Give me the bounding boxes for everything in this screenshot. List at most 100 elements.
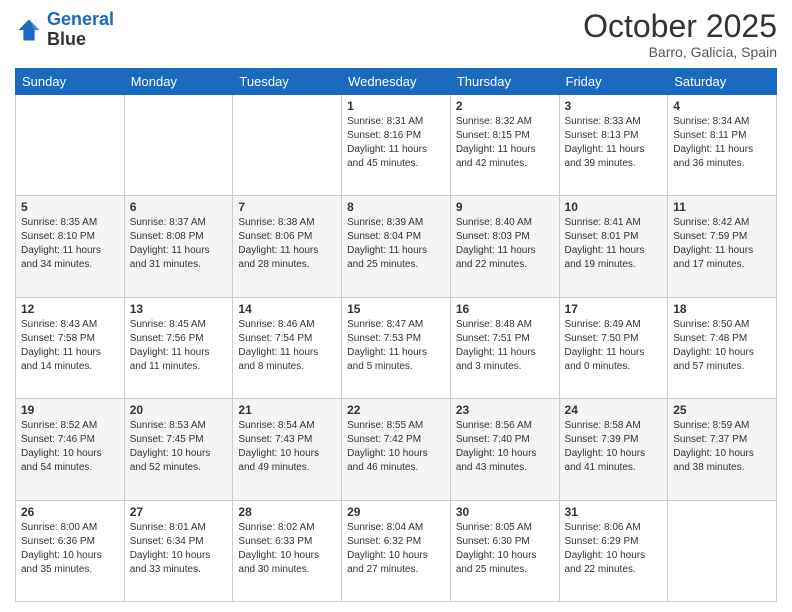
logo-icon [15,16,43,44]
table-row: 18Sunrise: 8:50 AM Sunset: 7:48 PM Dayli… [668,297,777,398]
calendar-week-row: 1 Sunrise: 8:31 AM Sunset: 8:16 PM Daylig… [16,95,777,196]
header-saturday: Saturday [668,69,777,95]
table-row: 4 Sunrise: 8:34 AM Sunset: 8:11 PM Daylig… [668,95,777,196]
table-row: 23 Sunrise: 8:56 AM Sunset: 7:40 PM Dayli… [450,399,559,500]
table-row: 5Sunrise: 8:35 AM Sunset: 8:10 PM Daylig… [16,196,125,297]
cell-details: Sunrise: 8:35 AM Sunset: 8:10 PM Dayligh… [21,216,119,272]
day-number: 16 [456,302,554,316]
table-row: 13 Sunrise: 8:45 AM Sunset: 7:56 PM Dayli… [124,297,233,398]
day-number: 10 [565,200,663,214]
cell-details: Sunrise: 8:43 AM Sunset: 7:58 PM Dayligh… [21,318,119,374]
table-row: 10 Sunrise: 8:41 AM Sunset: 8:01 PM Dayli… [559,196,668,297]
table-row: 12 Sunrise: 8:43 AM Sunset: 7:58 PM Dayli… [16,297,125,398]
cell-details: Sunrise: 8:59 AM Sunset: 7:37 PM Dayligh… [673,419,771,475]
cell-details: Sunrise: 8:58 AM Sunset: 7:39 PM Dayligh… [565,419,663,475]
calendar-header-row: Sunday Monday Tuesday Wednesday Thursday… [16,69,777,95]
cell-details: Sunrise: 8:31 AM Sunset: 8:16 PM Dayligh… [347,115,445,171]
logo-text: General Blue [47,10,114,50]
table-row: 27 Sunrise: 8:01 AM Sunset: 6:34 PM Dayli… [124,500,233,601]
day-number: 1 [347,99,445,113]
day-number: 11 [673,200,771,214]
location-subtitle: Barro, Galicia, Spain [583,44,777,60]
cell-details: Sunrise: 8:39 AM Sunset: 8:04 PM Dayligh… [347,216,445,272]
day-number: 27 [130,505,228,519]
day-number: 14 [238,302,336,316]
table-row: 6Sunrise: 8:37 AM Sunset: 8:08 PM Daylig… [124,196,233,297]
day-number: 31 [565,505,663,519]
day-number: 20 [130,403,228,417]
day-number: 17 [565,302,663,316]
table-row: 8 Sunrise: 8:39 AM Sunset: 8:04 PM Daylig… [342,196,451,297]
table-row: 19Sunrise: 8:52 AM Sunset: 7:46 PM Dayli… [16,399,125,500]
cell-details: Sunrise: 8:02 AM Sunset: 6:33 PM Dayligh… [238,521,336,577]
calendar: Sunday Monday Tuesday Wednesday Thursday… [15,68,777,602]
table-row: 28Sunrise: 8:02 AM Sunset: 6:33 PM Dayli… [233,500,342,601]
logo-line2: Blue [47,30,114,50]
table-row: 15Sunrise: 8:47 AM Sunset: 7:53 PM Dayli… [342,297,451,398]
cell-details: Sunrise: 8:56 AM Sunset: 7:40 PM Dayligh… [456,419,554,475]
table-row: 30 Sunrise: 8:05 AM Sunset: 6:30 PM Dayli… [450,500,559,601]
day-number: 24 [565,403,663,417]
cell-details: Sunrise: 8:06 AM Sunset: 6:29 PM Dayligh… [565,521,663,577]
day-number: 6 [130,200,228,214]
cell-details: Sunrise: 8:54 AM Sunset: 7:43 PM Dayligh… [238,419,336,475]
table-row [233,95,342,196]
cell-details: Sunrise: 8:52 AM Sunset: 7:46 PM Dayligh… [21,419,119,475]
table-row: 3 Sunrise: 8:33 AM Sunset: 8:13 PM Daylig… [559,95,668,196]
cell-details: Sunrise: 8:32 AM Sunset: 8:15 PM Dayligh… [456,115,554,171]
cell-details: Sunrise: 8:53 AM Sunset: 7:45 PM Dayligh… [130,419,228,475]
table-row [668,500,777,601]
table-row [16,95,125,196]
day-number: 3 [565,99,663,113]
day-number: 8 [347,200,445,214]
table-row: 22Sunrise: 8:55 AM Sunset: 7:42 PM Dayli… [342,399,451,500]
day-number: 15 [347,302,445,316]
calendar-week-row: 12 Sunrise: 8:43 AM Sunset: 7:58 PM Dayli… [16,297,777,398]
table-row: 21 Sunrise: 8:54 AM Sunset: 7:43 PM Dayli… [233,399,342,500]
calendar-week-row: 26Sunrise: 8:00 AM Sunset: 6:36 PM Dayli… [16,500,777,601]
header: General Blue October 2025 Barro, Galicia… [15,10,777,60]
table-row: 26Sunrise: 8:00 AM Sunset: 6:36 PM Dayli… [16,500,125,601]
cell-details: Sunrise: 8:45 AM Sunset: 7:56 PM Dayligh… [130,318,228,374]
logo: General Blue [15,10,114,50]
table-row: 24 Sunrise: 8:58 AM Sunset: 7:39 PM Dayli… [559,399,668,500]
cell-details: Sunrise: 8:50 AM Sunset: 7:48 PM Dayligh… [673,318,771,374]
day-number: 9 [456,200,554,214]
header-wednesday: Wednesday [342,69,451,95]
table-row: 31 Sunrise: 8:06 AM Sunset: 6:29 PM Dayli… [559,500,668,601]
table-row: 1 Sunrise: 8:31 AM Sunset: 8:16 PM Daylig… [342,95,451,196]
day-number: 23 [456,403,554,417]
logo-line1: General [47,9,114,29]
cell-details: Sunrise: 8:41 AM Sunset: 8:01 PM Dayligh… [565,216,663,272]
day-number: 30 [456,505,554,519]
day-number: 21 [238,403,336,417]
table-row: 20 Sunrise: 8:53 AM Sunset: 7:45 PM Dayli… [124,399,233,500]
table-row: 25 Sunrise: 8:59 AM Sunset: 7:37 PM Dayli… [668,399,777,500]
cell-details: Sunrise: 8:33 AM Sunset: 8:13 PM Dayligh… [565,115,663,171]
cell-details: Sunrise: 8:40 AM Sunset: 8:03 PM Dayligh… [456,216,554,272]
cell-details: Sunrise: 8:05 AM Sunset: 6:30 PM Dayligh… [456,521,554,577]
cell-details: Sunrise: 8:34 AM Sunset: 8:11 PM Dayligh… [673,115,771,171]
calendar-week-row: 5Sunrise: 8:35 AM Sunset: 8:10 PM Daylig… [16,196,777,297]
cell-details: Sunrise: 8:55 AM Sunset: 7:42 PM Dayligh… [347,419,445,475]
header-tuesday: Tuesday [233,69,342,95]
table-row: 17Sunrise: 8:49 AM Sunset: 7:50 PM Dayli… [559,297,668,398]
table-row: 9 Sunrise: 8:40 AM Sunset: 8:03 PM Daylig… [450,196,559,297]
cell-details: Sunrise: 8:01 AM Sunset: 6:34 PM Dayligh… [130,521,228,577]
header-monday: Monday [124,69,233,95]
table-row [124,95,233,196]
table-row: 14 Sunrise: 8:46 AM Sunset: 7:54 PM Dayli… [233,297,342,398]
title-block: October 2025 Barro, Galicia, Spain [583,10,777,60]
table-row: 11Sunrise: 8:42 AM Sunset: 7:59 PM Dayli… [668,196,777,297]
day-number: 25 [673,403,771,417]
calendar-week-row: 19Sunrise: 8:52 AM Sunset: 7:46 PM Dayli… [16,399,777,500]
cell-details: Sunrise: 8:46 AM Sunset: 7:54 PM Dayligh… [238,318,336,374]
table-row: 29Sunrise: 8:04 AM Sunset: 6:32 PM Dayli… [342,500,451,601]
day-number: 13 [130,302,228,316]
day-number: 4 [673,99,771,113]
cell-details: Sunrise: 8:04 AM Sunset: 6:32 PM Dayligh… [347,521,445,577]
header-sunday: Sunday [16,69,125,95]
day-number: 12 [21,302,119,316]
day-number: 7 [238,200,336,214]
header-thursday: Thursday [450,69,559,95]
